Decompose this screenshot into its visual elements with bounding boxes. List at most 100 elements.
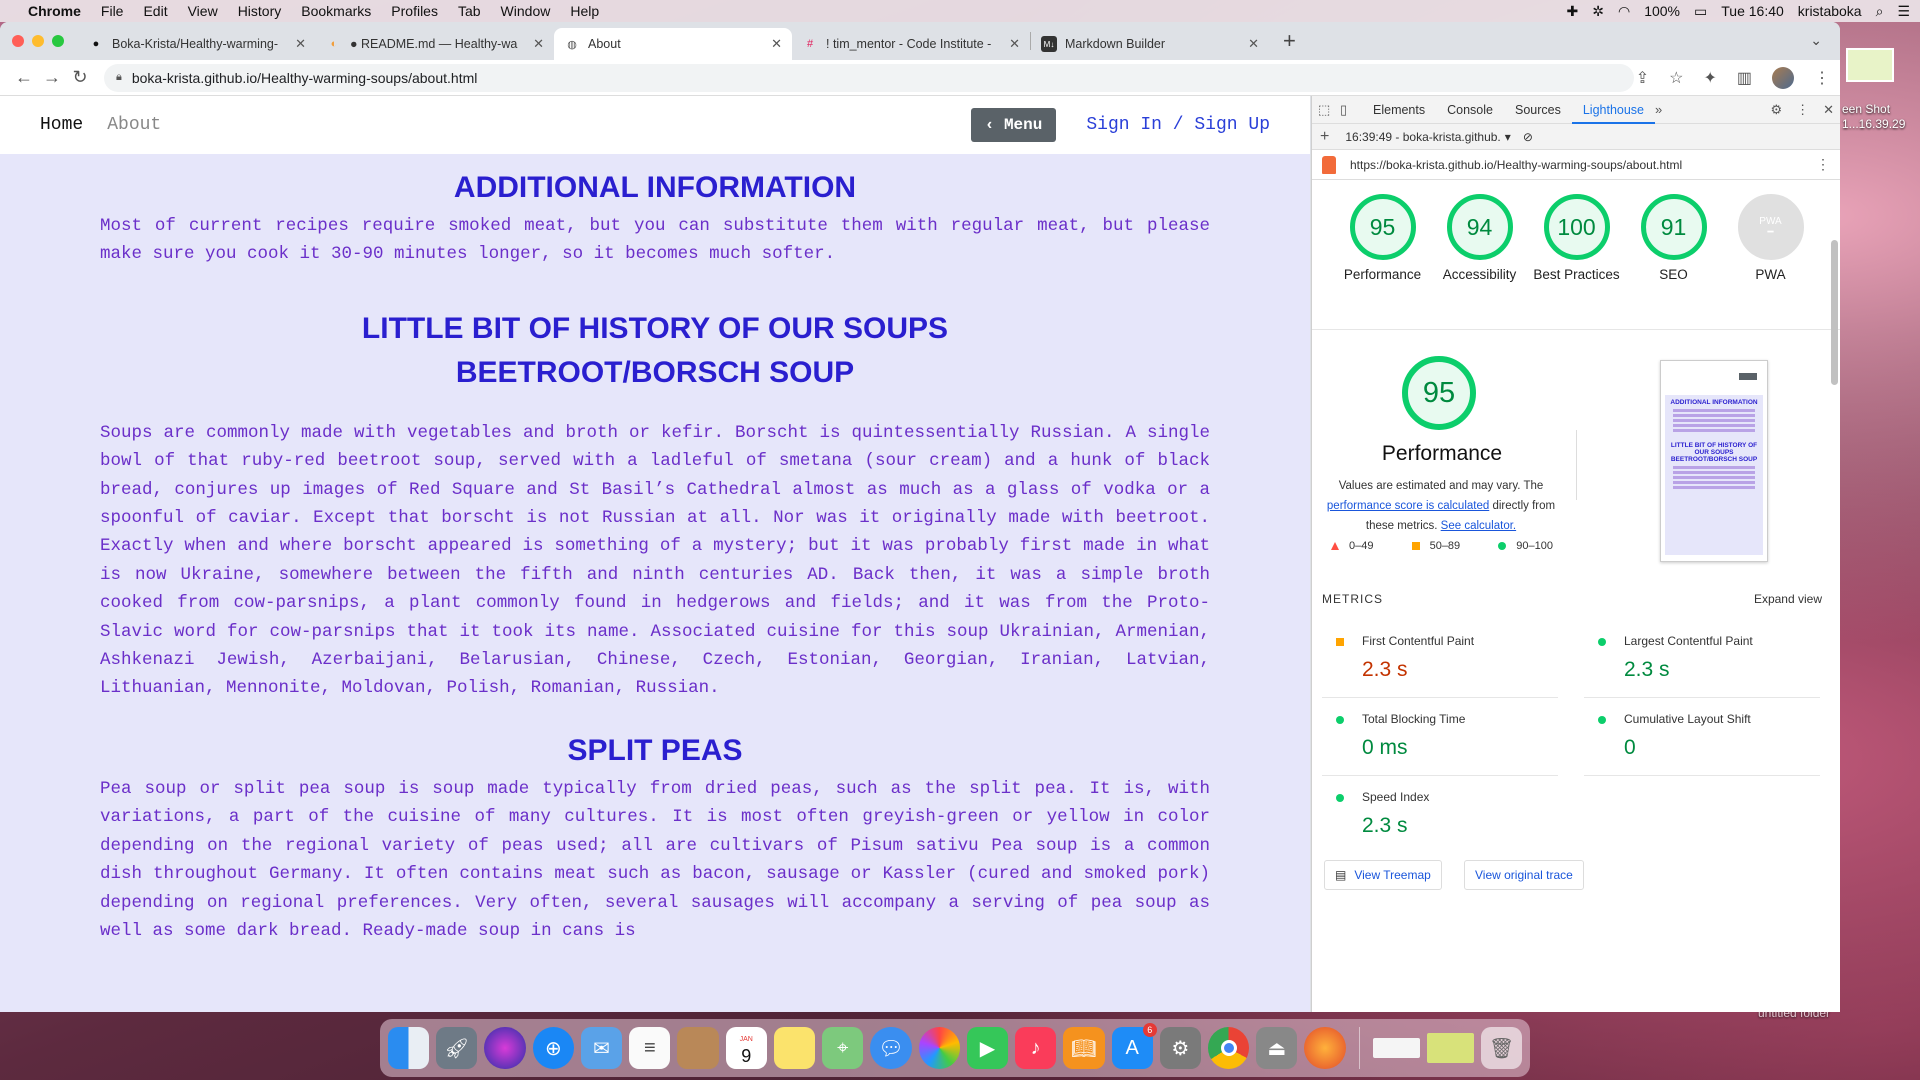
- sun-status-icon[interactable]: ✲: [1592, 3, 1604, 20]
- close-tab-icon[interactable]: ✕: [1248, 36, 1259, 52]
- control-center-icon[interactable]: ☰: [1897, 3, 1910, 20]
- side-panel-icon[interactable]: ▥: [1737, 68, 1752, 88]
- address-bar[interactable]: 🔒︎ boka-krista.github.io/Healthy-warming…: [104, 63, 1634, 92]
- gauge-accessibility[interactable]: 94 Accessibility: [1431, 194, 1528, 329]
- settings-gear-icon[interactable]: ⚙: [1770, 102, 1782, 118]
- notes-icon[interactable]: [677, 1027, 719, 1069]
- finder-icon[interactable]: [388, 1027, 430, 1069]
- gauge-best-practices[interactable]: 100 Best Practices: [1528, 194, 1625, 329]
- app-store-icon[interactable]: A6: [1111, 1023, 1157, 1069]
- devtools-tab-console[interactable]: Console: [1436, 96, 1504, 124]
- zoom-window-button[interactable]: [52, 35, 64, 47]
- inspect-element-icon[interactable]: ⬚: [1318, 102, 1340, 118]
- devtools-menu-icon[interactable]: ⋮: [1796, 102, 1809, 118]
- devtools-scrollbar[interactable]: [1831, 240, 1838, 385]
- gauge-performance[interactable]: 95 Performance: [1334, 194, 1431, 329]
- mail-icon[interactable]: ✉: [580, 1027, 623, 1069]
- view-trace-button[interactable]: View original trace: [1464, 860, 1584, 890]
- user-name[interactable]: kristaboka: [1798, 3, 1862, 19]
- menu-button[interactable]: ‹ Menu: [970, 108, 1057, 142]
- nav-home-link[interactable]: Home: [40, 115, 83, 135]
- menu-file[interactable]: File: [101, 3, 124, 19]
- tab-about[interactable]: ◍ About ✕: [554, 28, 792, 60]
- desktop-screenshot-label[interactable]: een Shot: [1842, 102, 1890, 116]
- view-treemap-button[interactable]: ▤ View Treemap: [1324, 860, 1442, 890]
- reminders-icon[interactable]: ≡: [629, 1027, 671, 1069]
- tab-markdown-builder[interactable]: M↓ Markdown Builder ✕: [1031, 28, 1269, 60]
- devtools-tab-lighthouse[interactable]: Lighthouse: [1571, 96, 1656, 124]
- launchpad-icon[interactable]: 🚀︎: [436, 1027, 478, 1069]
- forward-arrow-icon[interactable]: →: [38, 67, 66, 88]
- plus-status-icon[interactable]: ✚: [1567, 3, 1579, 20]
- report-menu-icon[interactable]: ⋮: [1816, 156, 1830, 173]
- tab-slack[interactable]: # ! tim_mentor - Code Institute - ✕: [792, 28, 1030, 60]
- menu-edit[interactable]: Edit: [143, 3, 167, 19]
- expand-view-toggle[interactable]: Expand view: [1754, 592, 1822, 606]
- performance-score-link[interactable]: performance score is calculated: [1327, 500, 1489, 512]
- utility-icon[interactable]: ⏏: [1256, 1027, 1298, 1069]
- menu-app-name[interactable]: Chrome: [28, 3, 81, 19]
- address-bar-url[interactable]: boka-krista.github.io/Healthy-warming-so…: [132, 70, 478, 86]
- menu-history[interactable]: History: [238, 3, 282, 19]
- menu-bookmarks[interactable]: Bookmarks: [301, 3, 371, 19]
- system-preferences-icon[interactable]: ⚙: [1159, 1027, 1201, 1069]
- chrome-menu-icon[interactable]: ⋮: [1814, 68, 1830, 88]
- clear-reports-icon[interactable]: ⊘: [1523, 130, 1533, 144]
- books-icon[interactable]: 📖︎: [1063, 1027, 1105, 1069]
- battery-icon[interactable]: ▭: [1694, 3, 1707, 20]
- more-tabs-icon[interactable]: »: [1655, 102, 1677, 117]
- close-window-button[interactable]: [12, 35, 24, 47]
- menu-help[interactable]: Help: [570, 3, 599, 19]
- music-icon[interactable]: ♪: [1015, 1027, 1057, 1069]
- see-calculator-link[interactable]: See calculator.: [1441, 520, 1516, 532]
- page-screenshot-thumbnail[interactable]: ADDITIONAL INFORMATION LITTLE BIT OF HIS…: [1660, 360, 1768, 562]
- siri-icon[interactable]: [484, 1027, 526, 1069]
- desktop-screenshot-sub[interactable]: 1...16.39.29: [1842, 117, 1905, 131]
- report-url[interactable]: https://boka-krista.github.io/Healthy-wa…: [1350, 158, 1682, 172]
- facetime-icon[interactable]: ▶: [966, 1027, 1009, 1069]
- share-icon[interactable]: ⇪: [1636, 68, 1649, 88]
- messages-icon[interactable]: 💬︎: [870, 1027, 912, 1069]
- desktop-screenshot-thumbnail[interactable]: [1846, 48, 1894, 82]
- downloads-stack-icon[interactable]: [1372, 1038, 1420, 1058]
- nav-about-link[interactable]: About: [107, 115, 161, 135]
- trash-icon[interactable]: 🗑︎: [1480, 1027, 1523, 1069]
- menu-profiles[interactable]: Profiles: [391, 3, 438, 19]
- dropdown-caret-icon[interactable]: ▾: [1505, 130, 1511, 144]
- new-tab-icon[interactable]: +: [1283, 28, 1296, 54]
- back-arrow-icon[interactable]: ←: [10, 67, 38, 88]
- wifi-icon[interactable]: ◠: [1618, 3, 1630, 20]
- close-devtools-icon[interactable]: ✕: [1823, 102, 1834, 118]
- close-tab-icon[interactable]: ✕: [295, 36, 306, 52]
- gauge-pwa[interactable]: PWA ━ PWA: [1722, 194, 1819, 329]
- close-tab-icon[interactable]: ✕: [1009, 36, 1020, 52]
- clock[interactable]: Tue 16:40: [1721, 3, 1784, 19]
- photos-icon[interactable]: [918, 1027, 960, 1069]
- firefox-icon[interactable]: [1304, 1027, 1346, 1069]
- gauge-seo[interactable]: 91 SEO: [1625, 194, 1722, 329]
- maps-icon[interactable]: ⌖: [822, 1027, 864, 1069]
- stickies-icon[interactable]: [773, 1027, 816, 1069]
- tab-github[interactable]: ● Boka-Krista/Healthy-warming- ✕: [78, 28, 316, 60]
- menu-tab[interactable]: Tab: [458, 3, 481, 19]
- chevron-down-icon[interactable]: ⌄: [1810, 32, 1822, 49]
- device-toolbar-icon[interactable]: ▯: [1340, 102, 1362, 118]
- safari-icon[interactable]: ⊕: [532, 1027, 574, 1069]
- new-report-icon[interactable]: +: [1320, 128, 1329, 146]
- extensions-puzzle-icon[interactable]: ✦: [1703, 68, 1716, 88]
- devtools-tab-sources[interactable]: Sources: [1504, 96, 1572, 124]
- spotlight-search-icon[interactable]: ⌕: [1876, 3, 1884, 20]
- lock-icon[interactable]: 🔒︎: [116, 71, 122, 84]
- menu-view[interactable]: View: [188, 3, 218, 19]
- minimize-window-button[interactable]: [32, 35, 44, 47]
- close-tab-icon[interactable]: ✕: [533, 36, 544, 52]
- profile-avatar[interactable]: [1772, 66, 1794, 89]
- tab-gitpod[interactable]: ◐ ● README.md — Healthy-wa ✕: [316, 28, 554, 60]
- calendar-icon[interactable]: JAN 9: [725, 1027, 767, 1069]
- devtools-tab-elements[interactable]: Elements: [1362, 96, 1436, 124]
- screenshot-stack-icon[interactable]: [1426, 1033, 1474, 1063]
- chrome-icon[interactable]: [1207, 1027, 1250, 1069]
- sign-in-link[interactable]: Sign In / Sign Up: [1086, 115, 1270, 135]
- reload-icon[interactable]: ↻: [66, 67, 94, 88]
- battery-percent[interactable]: 100%: [1644, 3, 1680, 19]
